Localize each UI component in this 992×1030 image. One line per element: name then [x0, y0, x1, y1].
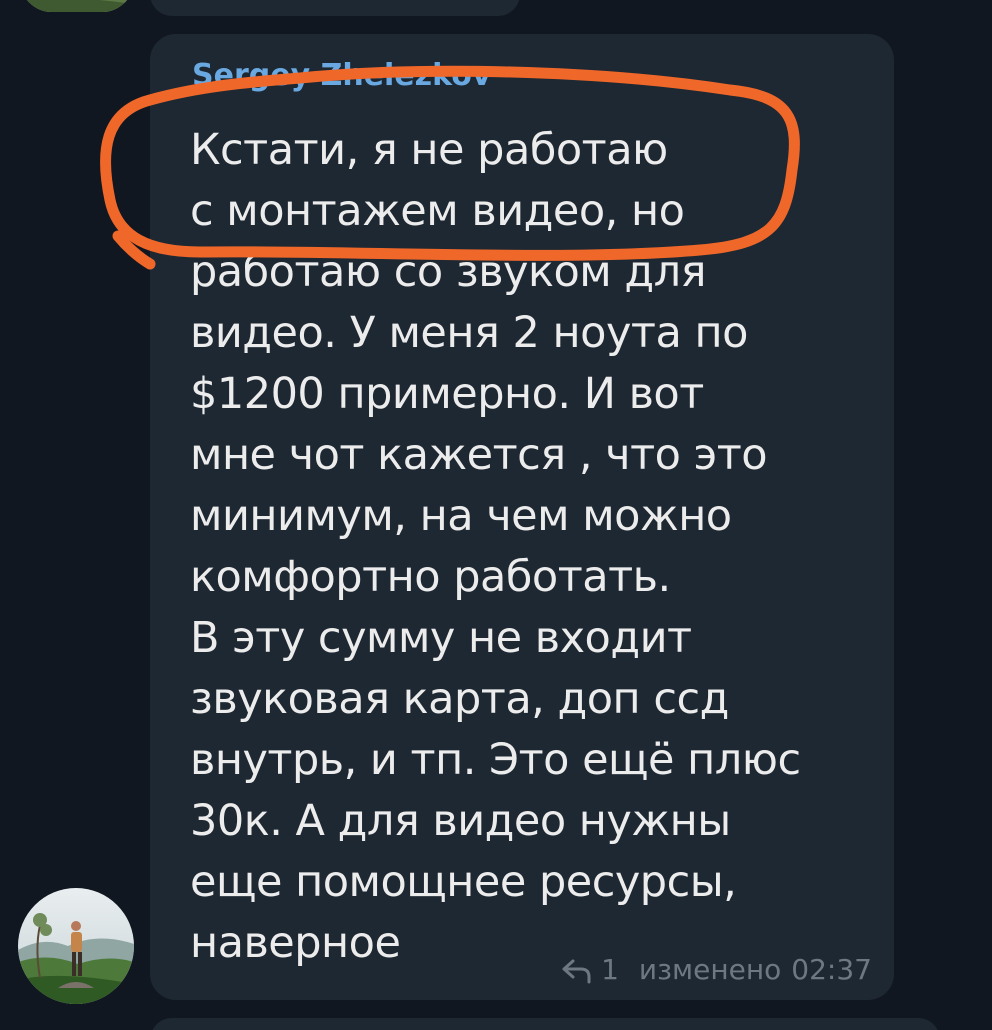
edited-label: изменено [638, 953, 782, 986]
reply-arrow-icon[interactable] [559, 956, 593, 984]
next-message-bubble[interactable] [150, 1018, 940, 1030]
previous-message-bubble[interactable] [150, 0, 520, 16]
message-bubble[interactable]: Sergey Zhelezkov Кстати, я не работаю с … [150, 34, 894, 1000]
message-time: 02:37 [791, 953, 872, 986]
sender-avatar[interactable] [18, 888, 134, 1004]
orange-stroke-tail [112, 230, 156, 270]
chat-view: Sergey Zhelezkov Кстати, я не работаю с … [0, 0, 992, 1030]
message-text: Кстати, я не работаю с монтажем видео, н… [190, 125, 801, 968]
reply-count[interactable]: 1 [601, 953, 619, 986]
sender-name[interactable]: Sergey Zhelezkov [192, 58, 491, 94]
message-meta: 1 изменено 02:37 [559, 953, 872, 986]
previous-sender-avatar[interactable] [20, 0, 134, 12]
